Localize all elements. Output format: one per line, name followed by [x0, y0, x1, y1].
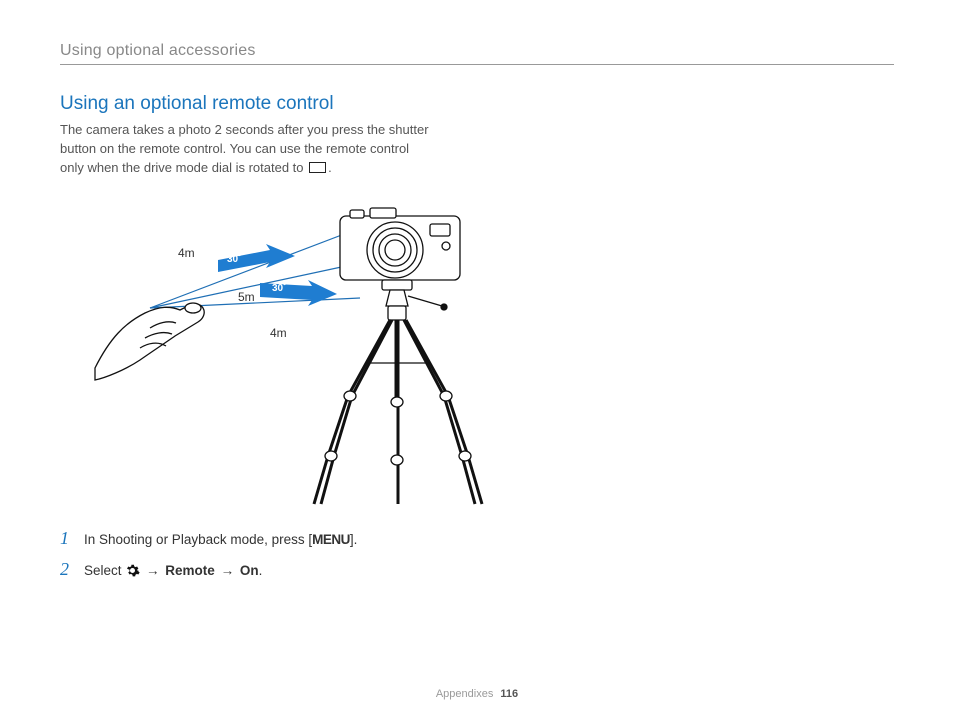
step-number: 2 — [60, 559, 74, 580]
page-title: Using an optional remote control — [60, 93, 894, 115]
step-text: In Shooting or Playback mode, press [MEN… — [84, 531, 357, 550]
distance-label-top: 4m — [178, 246, 195, 260]
page-footer: Appendixes 116 — [0, 688, 954, 700]
remote-label: Remote — [165, 563, 215, 578]
step2-period: . — [259, 563, 263, 578]
arrow-icon: → — [142, 563, 163, 578]
step1-text-a: In Shooting or Playback mode, press [ — [84, 532, 312, 547]
step-number: 1 — [60, 528, 74, 549]
page-number: 116 — [500, 688, 518, 700]
menu-label: MENU — [312, 532, 350, 547]
step-text: Select → Remote → On. — [84, 562, 262, 581]
rectangle-icon — [309, 162, 326, 173]
remote-diagram: 4m 5m 4m 30˚ 30˚ — [90, 188, 530, 508]
intro-text: The camera takes a photo 2 seconds after… — [60, 121, 480, 178]
step-2: 2 Select → Remote → On. — [60, 559, 894, 581]
intro-line1: The camera takes a photo 2 seconds after… — [60, 122, 429, 137]
gear-icon — [125, 563, 140, 578]
step1-text-b: ]. — [350, 532, 358, 547]
intro-line3: only when the drive mode dial is rotated… — [60, 160, 307, 175]
distance-label-bottom: 4m — [270, 326, 287, 340]
intro-line2: button on the remote control. You can us… — [60, 141, 409, 156]
step2-text-a: Select — [84, 563, 125, 578]
diagram-svg — [90, 188, 530, 508]
steps-list: 1 In Shooting or Playback mode, press [M… — [60, 528, 894, 582]
on-label: On — [240, 563, 259, 578]
footer-section: Appendixes — [436, 688, 494, 700]
section-header: Using optional accessories — [60, 42, 894, 65]
distance-label-mid: 5m — [238, 290, 255, 304]
arrow-icon: → — [217, 563, 238, 578]
step-1: 1 In Shooting or Playback mode, press [M… — [60, 528, 894, 550]
